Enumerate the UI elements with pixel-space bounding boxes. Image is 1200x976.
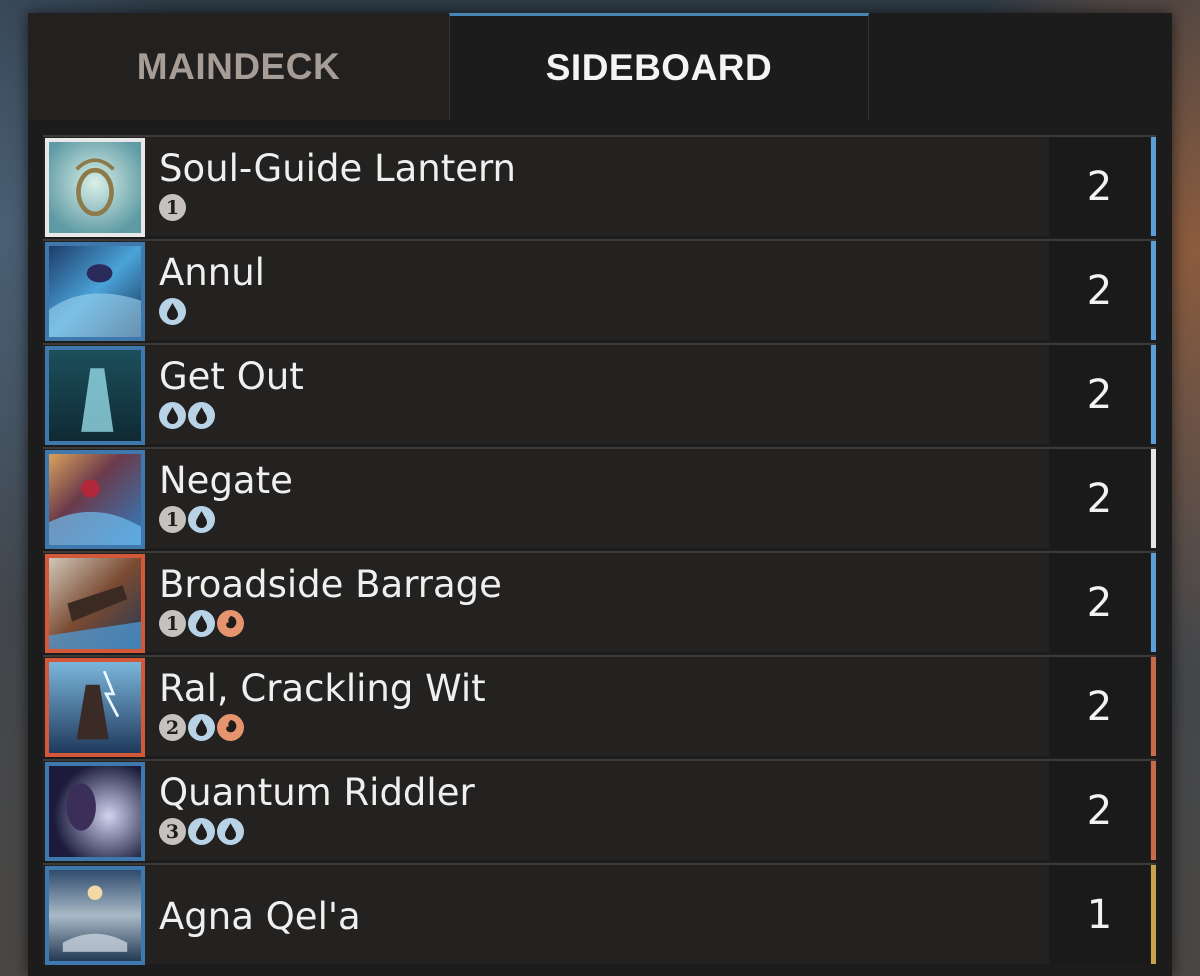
color-bar: [1151, 449, 1156, 548]
mana-cost: 1: [159, 506, 215, 534]
card-art: [45, 658, 145, 757]
card-count: 2: [1049, 345, 1150, 444]
mana-cost: [159, 402, 215, 430]
card-row-annul[interactable]: Annul 2: [43, 239, 1156, 341]
card-row-negate[interactable]: Negate 1 2: [43, 447, 1156, 549]
card-name: Soul-Guide Lantern: [159, 147, 516, 190]
card-count: 2: [1049, 241, 1150, 340]
card-name: Get Out: [159, 355, 304, 398]
color-bar: [1151, 657, 1156, 756]
red-mana-icon: [217, 610, 244, 637]
card-count: 2: [1049, 137, 1150, 236]
card-name: Ral, Crackling Wit: [159, 667, 486, 710]
tab-maindeck[interactable]: MAINDECK: [28, 13, 449, 120]
card-name: Negate: [159, 459, 293, 502]
card-row-soul-guide-lantern[interactable]: Soul-Guide Lantern 1 2: [43, 135, 1156, 237]
card-art: [45, 138, 145, 237]
card-count: 2: [1049, 657, 1150, 756]
card-name: Quantum Riddler: [159, 771, 475, 814]
tab-sideboard[interactable]: SIDEBOARD: [449, 13, 869, 120]
mana-cost: 2: [159, 714, 244, 742]
mana-cost: 3: [159, 818, 244, 846]
card-list: Soul-Guide Lantern 1 2 Annul 2 Get Out 2…: [43, 135, 1156, 967]
blue-mana-icon: [188, 506, 215, 533]
generic-mana-icon: 1: [159, 610, 186, 637]
card-art: [45, 450, 145, 549]
red-mana-icon: [217, 714, 244, 741]
blue-mana-icon: [159, 402, 186, 429]
generic-mana-icon: 1: [159, 506, 186, 533]
color-bar: [1151, 553, 1156, 652]
blue-mana-icon: [188, 714, 215, 741]
card-row-quantum-riddler[interactable]: Quantum Riddler 3 2: [43, 759, 1156, 861]
blue-mana-icon: [188, 610, 215, 637]
color-bar: [1151, 761, 1156, 860]
mana-cost: 1: [159, 610, 244, 638]
card-row-agna-qela[interactable]: Agna Qel'a 1: [43, 863, 1156, 965]
mana-cost: 1: [159, 194, 186, 222]
blue-mana-icon: [188, 818, 215, 845]
color-bar: [1151, 137, 1156, 236]
deck-panel: MAINDECK SIDEBOARD Soul-Guide Lantern 1 …: [28, 13, 1172, 976]
generic-mana-icon: 2: [159, 714, 186, 741]
generic-mana-icon: 1: [159, 194, 186, 221]
generic-mana-icon: 3: [159, 818, 186, 845]
card-count: 2: [1049, 553, 1150, 652]
color-bar: [1151, 241, 1156, 340]
card-art: [45, 762, 145, 861]
card-row-get-out[interactable]: Get Out 2: [43, 343, 1156, 445]
card-name: Agna Qel'a: [159, 895, 361, 938]
color-bar: [1151, 865, 1156, 964]
mana-cost: [159, 298, 186, 326]
blue-mana-icon: [217, 818, 244, 845]
card-name: Annul: [159, 251, 265, 294]
card-name: Broadside Barrage: [159, 563, 502, 606]
card-art: [45, 242, 145, 341]
card-row-broadside-barrage[interactable]: Broadside Barrage 1 2: [43, 551, 1156, 653]
card-row-ral-crackling-wit[interactable]: Ral, Crackling Wit 2 2: [43, 655, 1156, 757]
card-count: 2: [1049, 761, 1150, 860]
card-count: 2: [1049, 449, 1150, 548]
card-art: [45, 866, 145, 965]
card-art: [45, 554, 145, 653]
blue-mana-icon: [159, 298, 186, 325]
card-count: 1: [1049, 865, 1150, 964]
deck-tabs: MAINDECK SIDEBOARD: [28, 13, 1172, 120]
card-art: [45, 346, 145, 445]
color-bar: [1151, 345, 1156, 444]
blue-mana-icon: [188, 402, 215, 429]
